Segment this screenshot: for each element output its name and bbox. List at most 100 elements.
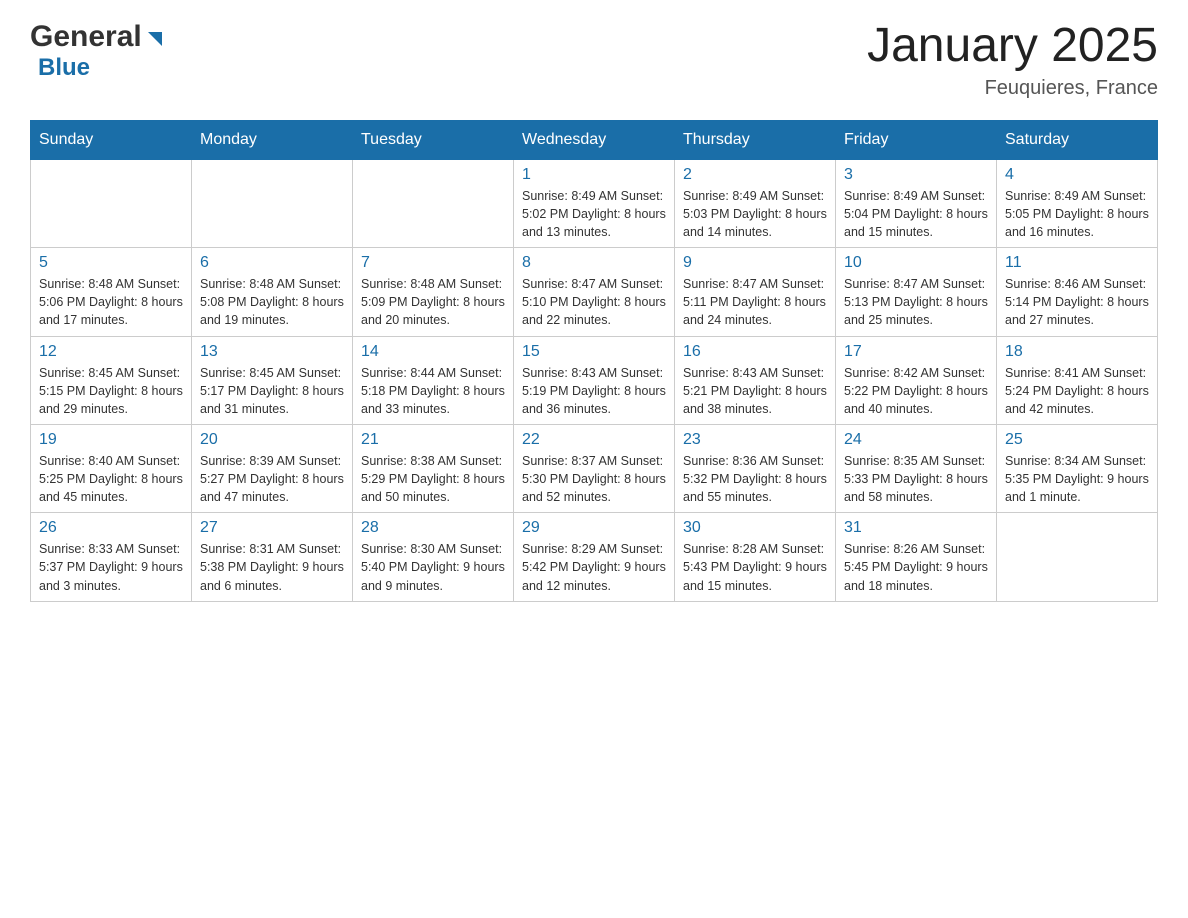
day-info: Sunrise: 8:49 AM Sunset: 5:03 PM Dayligh… bbox=[683, 187, 827, 241]
day-info: Sunrise: 8:48 AM Sunset: 5:06 PM Dayligh… bbox=[39, 275, 183, 329]
calendar-cell: 16Sunrise: 8:43 AM Sunset: 5:21 PM Dayli… bbox=[675, 336, 836, 424]
day-info: Sunrise: 8:41 AM Sunset: 5:24 PM Dayligh… bbox=[1005, 364, 1149, 418]
day-info: Sunrise: 8:48 AM Sunset: 5:08 PM Dayligh… bbox=[200, 275, 344, 329]
title-block: January 2025 Feuquieres, France bbox=[867, 20, 1158, 100]
calendar-cell bbox=[353, 159, 514, 247]
calendar-cell bbox=[997, 513, 1158, 601]
calendar-cell: 17 Sunrise: 8:42 AM Sunset: 5:22 PM Dayli… bbox=[836, 336, 997, 424]
calendar-cell: 14Sunrise: 8:44 AM Sunset: 5:18 PM Dayli… bbox=[353, 336, 514, 424]
calendar-week-row: 12Sunrise: 8:45 AM Sunset: 5:15 PM Dayli… bbox=[31, 336, 1158, 424]
calendar-day-header: Saturday bbox=[997, 120, 1158, 159]
day-info: Sunrise: 8:34 AM Sunset: 5:35 PM Dayligh… bbox=[1005, 452, 1149, 506]
calendar-cell: 29 Sunrise: 8:29 AM Sunset: 5:42 PM Dayli… bbox=[514, 513, 675, 601]
calendar-cell bbox=[192, 159, 353, 247]
logo-blue-text: Blue bbox=[38, 54, 90, 81]
day-info: Sunrise: 8:36 AM Sunset: 5:32 PM Dayligh… bbox=[683, 452, 827, 506]
day-info: Sunrise: 8:26 AM Sunset: 5:45 PM Dayligh… bbox=[844, 540, 988, 594]
calendar-cell: 12Sunrise: 8:45 AM Sunset: 5:15 PM Dayli… bbox=[31, 336, 192, 424]
day-number: 4 bbox=[1005, 166, 1149, 184]
day-info: Sunrise: 8:40 AM Sunset: 5:25 PM Dayligh… bbox=[39, 452, 183, 506]
day-number: 27 bbox=[200, 519, 344, 537]
calendar-cell: 13Sunrise: 8:45 AM Sunset: 5:17 PM Dayli… bbox=[192, 336, 353, 424]
day-info: Sunrise: 8:47 AM Sunset: 5:11 PM Dayligh… bbox=[683, 275, 827, 329]
calendar-day-header: Monday bbox=[192, 120, 353, 159]
day-number: 28 bbox=[361, 519, 505, 537]
day-info: Sunrise: 8:47 AM Sunset: 5:10 PM Dayligh… bbox=[522, 275, 666, 329]
logo-triangle-icon bbox=[144, 28, 166, 50]
calendar-cell: 23Sunrise: 8:36 AM Sunset: 5:32 PM Dayli… bbox=[675, 424, 836, 512]
calendar-cell: 8Sunrise: 8:47 AM Sunset: 5:10 PM Daylig… bbox=[514, 248, 675, 336]
calendar-subtitle: Feuquieres, France bbox=[867, 77, 1158, 100]
day-number: 14 bbox=[361, 343, 505, 361]
calendar-title: January 2025 bbox=[867, 20, 1158, 73]
day-number: 6 bbox=[200, 254, 344, 272]
day-number: 21 bbox=[361, 431, 505, 449]
day-info: Sunrise: 8:30 AM Sunset: 5:40 PM Dayligh… bbox=[361, 540, 505, 594]
calendar-table: SundayMondayTuesdayWednesdayThursdayFrid… bbox=[30, 120, 1158, 602]
day-info: Sunrise: 8:45 AM Sunset: 5:17 PM Dayligh… bbox=[200, 364, 344, 418]
day-info: Sunrise: 8:43 AM Sunset: 5:21 PM Dayligh… bbox=[683, 364, 827, 418]
calendar-cell: 30 Sunrise: 8:28 AM Sunset: 5:43 PM Dayli… bbox=[675, 513, 836, 601]
calendar-day-header: Sunday bbox=[31, 120, 192, 159]
logo-general-text: General bbox=[30, 20, 142, 54]
day-info: Sunrise: 8:29 AM Sunset: 5:42 PM Dayligh… bbox=[522, 540, 666, 594]
day-number: 3 bbox=[844, 166, 988, 184]
day-info: Sunrise: 8:28 AM Sunset: 5:43 PM Dayligh… bbox=[683, 540, 827, 594]
day-info: Sunrise: 8:42 AM Sunset: 5:22 PM Dayligh… bbox=[844, 364, 988, 418]
calendar-cell: 18 Sunrise: 8:41 AM Sunset: 5:24 PM Dayli… bbox=[997, 336, 1158, 424]
calendar-cell: 3 Sunrise: 8:49 AM Sunset: 5:04 PM Daylig… bbox=[836, 159, 997, 247]
calendar-header-row: SundayMondayTuesdayWednesdayThursdayFrid… bbox=[31, 120, 1158, 159]
day-number: 10 bbox=[844, 254, 988, 272]
calendar-cell: 9 Sunrise: 8:47 AM Sunset: 5:11 PM Daylig… bbox=[675, 248, 836, 336]
calendar-cell: 31Sunrise: 8:26 AM Sunset: 5:45 PM Dayli… bbox=[836, 513, 997, 601]
day-info: Sunrise: 8:43 AM Sunset: 5:19 PM Dayligh… bbox=[522, 364, 666, 418]
day-number: 26 bbox=[39, 519, 183, 537]
day-number: 29 bbox=[522, 519, 666, 537]
day-number: 20 bbox=[200, 431, 344, 449]
day-number: 15 bbox=[522, 343, 666, 361]
day-info: Sunrise: 8:47 AM Sunset: 5:13 PM Dayligh… bbox=[844, 275, 988, 329]
calendar-day-header: Thursday bbox=[675, 120, 836, 159]
day-info: Sunrise: 8:37 AM Sunset: 5:30 PM Dayligh… bbox=[522, 452, 666, 506]
calendar-cell: 10 Sunrise: 8:47 AM Sunset: 5:13 PM Dayli… bbox=[836, 248, 997, 336]
calendar-day-header: Friday bbox=[836, 120, 997, 159]
day-number: 5 bbox=[39, 254, 183, 272]
calendar-cell: 26 Sunrise: 8:33 AM Sunset: 5:37 PM Dayli… bbox=[31, 513, 192, 601]
day-info: Sunrise: 8:33 AM Sunset: 5:37 PM Dayligh… bbox=[39, 540, 183, 594]
day-info: Sunrise: 8:46 AM Sunset: 5:14 PM Dayligh… bbox=[1005, 275, 1149, 329]
day-info: Sunrise: 8:31 AM Sunset: 5:38 PM Dayligh… bbox=[200, 540, 344, 594]
day-info: Sunrise: 8:39 AM Sunset: 5:27 PM Dayligh… bbox=[200, 452, 344, 506]
day-info: Sunrise: 8:48 AM Sunset: 5:09 PM Dayligh… bbox=[361, 275, 505, 329]
calendar-cell: 1Sunrise: 8:49 AM Sunset: 5:02 PM Daylig… bbox=[514, 159, 675, 247]
day-number: 9 bbox=[683, 254, 827, 272]
day-info: Sunrise: 8:45 AM Sunset: 5:15 PM Dayligh… bbox=[39, 364, 183, 418]
day-info: Sunrise: 8:35 AM Sunset: 5:33 PM Dayligh… bbox=[844, 452, 988, 506]
day-number: 30 bbox=[683, 519, 827, 537]
calendar-cell: 2 Sunrise: 8:49 AM Sunset: 5:03 PM Daylig… bbox=[675, 159, 836, 247]
day-number: 18 bbox=[1005, 343, 1149, 361]
calendar-day-header: Tuesday bbox=[353, 120, 514, 159]
calendar-cell: 27 Sunrise: 8:31 AM Sunset: 5:38 PM Dayli… bbox=[192, 513, 353, 601]
calendar-cell: 4 Sunrise: 8:49 AM Sunset: 5:05 PM Daylig… bbox=[997, 159, 1158, 247]
calendar-cell: 22 Sunrise: 8:37 AM Sunset: 5:30 PM Dayli… bbox=[514, 424, 675, 512]
calendar-cell: 19Sunrise: 8:40 AM Sunset: 5:25 PM Dayli… bbox=[31, 424, 192, 512]
day-info: Sunrise: 8:49 AM Sunset: 5:04 PM Dayligh… bbox=[844, 187, 988, 241]
day-info: Sunrise: 8:49 AM Sunset: 5:05 PM Dayligh… bbox=[1005, 187, 1149, 241]
calendar-cell: 28 Sunrise: 8:30 AM Sunset: 5:40 PM Dayli… bbox=[353, 513, 514, 601]
day-number: 2 bbox=[683, 166, 827, 184]
calendar-week-row: 26 Sunrise: 8:33 AM Sunset: 5:37 PM Dayli… bbox=[31, 513, 1158, 601]
page-header: General Blue January 2025 Feuquieres, Fr… bbox=[30, 20, 1158, 100]
calendar-cell: 25 Sunrise: 8:34 AM Sunset: 5:35 PM Dayli… bbox=[997, 424, 1158, 512]
calendar-week-row: 1Sunrise: 8:49 AM Sunset: 5:02 PM Daylig… bbox=[31, 159, 1158, 247]
calendar-cell: 15 Sunrise: 8:43 AM Sunset: 5:19 PM Dayli… bbox=[514, 336, 675, 424]
day-number: 25 bbox=[1005, 431, 1149, 449]
day-number: 22 bbox=[522, 431, 666, 449]
calendar-cell: 5 Sunrise: 8:48 AM Sunset: 5:06 PM Daylig… bbox=[31, 248, 192, 336]
day-info: Sunrise: 8:38 AM Sunset: 5:29 PM Dayligh… bbox=[361, 452, 505, 506]
calendar-cell: 7Sunrise: 8:48 AM Sunset: 5:09 PM Daylig… bbox=[353, 248, 514, 336]
calendar-week-row: 5 Sunrise: 8:48 AM Sunset: 5:06 PM Daylig… bbox=[31, 248, 1158, 336]
day-number: 24 bbox=[844, 431, 988, 449]
calendar-cell: 21 Sunrise: 8:38 AM Sunset: 5:29 PM Dayli… bbox=[353, 424, 514, 512]
day-number: 11 bbox=[1005, 254, 1149, 272]
day-number: 17 bbox=[844, 343, 988, 361]
